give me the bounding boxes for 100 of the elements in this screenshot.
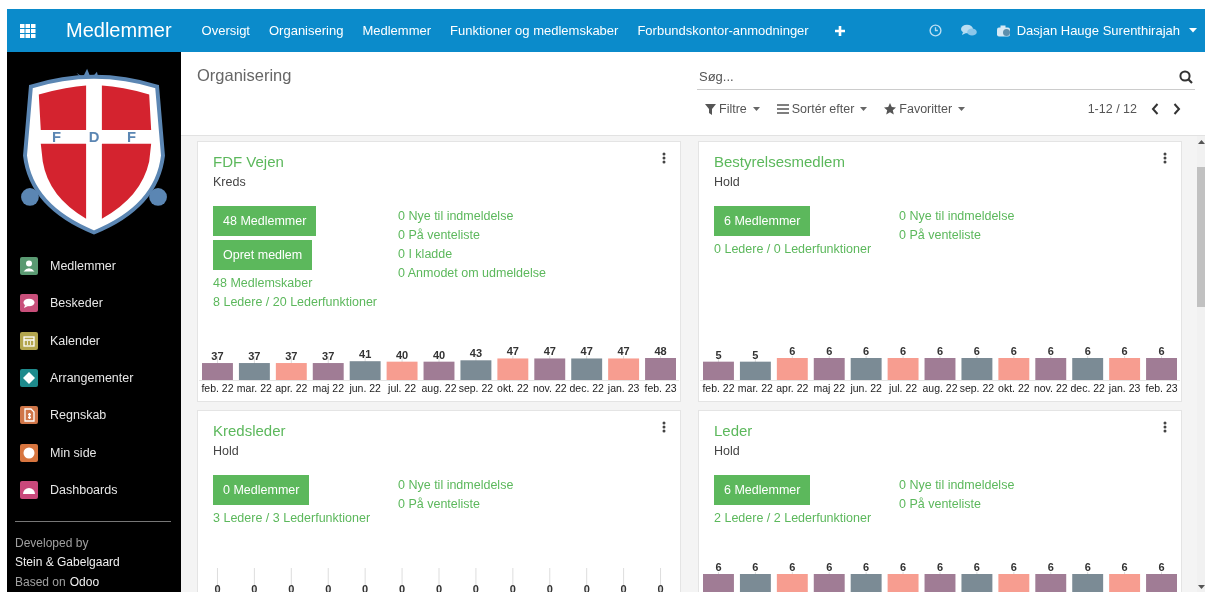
bar-value-label: 6 bbox=[826, 345, 833, 357]
sidebar-menu-item[interactable]: Arrangementer bbox=[20, 359, 181, 397]
stat-link[interactable]: 0 Nye til indmeldelse bbox=[398, 207, 546, 226]
month-label: feb. 23 bbox=[644, 382, 677, 394]
stat-link[interactable]: 0 Anmodet om udmeldelse bbox=[398, 264, 546, 283]
caret-icon bbox=[860, 107, 868, 111]
odoo-link[interactable]: Odoo bbox=[69, 572, 100, 592]
search-icon[interactable] bbox=[1179, 69, 1193, 84]
stat-link[interactable]: 0 I kladde bbox=[398, 245, 546, 264]
sidebar-menu-item[interactable]: Dashboards bbox=[20, 471, 181, 509]
card-title[interactable]: Bestyrelsesmedlem bbox=[714, 152, 845, 172]
nav-menu-item[interactable]: Medlemmer bbox=[362, 23, 432, 38]
search-field[interactable]: Søg... bbox=[697, 69, 1179, 84]
stat-link[interactable]: 0 Nye til indmeldelse bbox=[899, 207, 1015, 226]
action-button[interactable]: 6 Medlemmer bbox=[714, 475, 811, 505]
month-label: feb. 22 bbox=[702, 382, 735, 394]
stat-link[interactable]: 0 På venteliste bbox=[398, 226, 546, 245]
kanban-card[interactable] bbox=[197, 141, 681, 402]
bar-value-label: 6 bbox=[826, 561, 833, 573]
sidebar-menu-item[interactable]: Regnskab bbox=[20, 396, 181, 434]
bar-value-label: 6 bbox=[1158, 561, 1165, 573]
stat-link[interactable]: 3 Ledere / 3 Lederfunktioner bbox=[213, 509, 371, 528]
month-label: jun. 22 bbox=[850, 382, 882, 394]
month-label: dec. 22 bbox=[569, 382, 604, 394]
card-type: Hold bbox=[213, 443, 240, 460]
bar-value-label: 6 bbox=[1010, 561, 1017, 573]
card-title[interactable]: FDF Vejen bbox=[213, 152, 284, 172]
nav-menu-item[interactable]: Funktioner og medlemskaber bbox=[450, 23, 619, 38]
kebab-menu-icon[interactable] bbox=[662, 152, 666, 164]
month-label: maj 22 bbox=[813, 382, 845, 394]
clock-icon[interactable] bbox=[928, 24, 942, 37]
stat-link[interactable]: 0 Nye til indmeldelse bbox=[899, 476, 1015, 495]
bar-value-label: 40 bbox=[432, 348, 446, 361]
nav-menu-item[interactable]: Oversigt bbox=[201, 23, 250, 38]
bar-value-label: 6 bbox=[1047, 345, 1054, 357]
card-title[interactable]: Kredsleder bbox=[213, 421, 286, 441]
month-label: jan. 23 bbox=[1108, 382, 1141, 394]
grid-line bbox=[660, 567, 662, 592]
month-label: okt. 22 bbox=[497, 382, 529, 394]
bar-value-label: 37 bbox=[285, 350, 298, 363]
breadcrumb[interactable]: Organisering bbox=[197, 66, 292, 84]
sidebar-menu-item[interactable]: Min side bbox=[20, 433, 181, 472]
stat-link[interactable]: 0 På venteliste bbox=[899, 226, 1015, 245]
kebab-menu-icon[interactable] bbox=[1163, 152, 1167, 164]
bar-value-label: 5 bbox=[752, 348, 759, 361]
card-title[interactable]: Leder bbox=[714, 421, 753, 441]
bar-value-label: 6 bbox=[900, 561, 907, 573]
user-name[interactable]: Dasjan Hauge Surenthirajah bbox=[1016, 23, 1180, 38]
sort-dropdown-button[interactable]: Sortér efter bbox=[768, 102, 874, 116]
month-label: aug. 22 bbox=[922, 382, 958, 394]
scroll-down-icon[interactable] bbox=[1198, 585, 1205, 589]
based-on-label: Based on bbox=[15, 573, 66, 591]
bar-value-label: 6 bbox=[752, 561, 759, 573]
stat-link[interactable]: 0 På venteliste bbox=[398, 495, 514, 514]
bar-value-label: 6 bbox=[900, 345, 907, 357]
filter-dropdown-button[interactable]: Filtre bbox=[697, 102, 766, 116]
star-dropdown-button[interactable]: Favoritter bbox=[876, 102, 972, 116]
bar-value-label: 47 bbox=[617, 345, 630, 358]
month-label: apr. 22 bbox=[776, 382, 809, 394]
stat-link[interactable]: 0 På venteliste bbox=[899, 495, 1015, 514]
developed-by-label: Developed by bbox=[15, 534, 90, 552]
month-label: jul. 22 bbox=[889, 382, 918, 394]
action-button[interactable]: Opret medlem bbox=[213, 240, 313, 270]
bar-value-label: 43 bbox=[469, 347, 483, 360]
month-label: sep. 22 bbox=[458, 382, 494, 394]
previous-page-icon[interactable] bbox=[1151, 103, 1159, 115]
stat-link[interactable]: 8 Ledere / 20 Lederfunktioner bbox=[213, 293, 377, 312]
stat-link[interactable]: 2 Ledere / 2 Lederfunktioner bbox=[714, 509, 872, 528]
kebab-menu-icon[interactable] bbox=[662, 421, 666, 433]
sidebar-menu-item[interactable]: Kalender bbox=[20, 322, 181, 360]
stat-link[interactable]: 0 Nye til indmeldelse bbox=[398, 476, 514, 495]
action-button[interactable]: 0 Medlemmer bbox=[213, 475, 310, 505]
nav-menu-item[interactable]: Organisering bbox=[269, 23, 344, 38]
scroll-up-icon[interactable] bbox=[1198, 140, 1205, 144]
bar-value-label: 37 bbox=[322, 350, 335, 363]
month-label: okt. 22 bbox=[998, 382, 1030, 394]
next-page-icon[interactable] bbox=[1173, 103, 1181, 115]
nav-menu-item[interactable]: Forbundskontor-anmodninger bbox=[637, 23, 809, 38]
caret-icon[interactable] bbox=[1189, 28, 1197, 33]
apps-grid-icon[interactable] bbox=[20, 23, 36, 38]
stat-link[interactable]: 48 Medlemskaber bbox=[213, 274, 313, 293]
developer-link[interactable]: Stein & Gabelgaard bbox=[15, 553, 171, 573]
bar-value-label: 37 bbox=[211, 350, 224, 363]
month-label: mar. 22 bbox=[737, 382, 773, 394]
card-type: Kreds bbox=[213, 174, 247, 191]
kanban-card[interactable]: Leder Hold 6 Medlemmer 2 Ledere / 2 Lederfunktioner 0 Nye til indmeldelse 0 På venteliste 6 6 6 6 6 6 6 6 6 6 6 6 6 bbox=[698, 410, 1182, 592]
action-button[interactable]: 6 Medlemmer bbox=[714, 206, 811, 236]
bar-value-label: 6 bbox=[715, 561, 722, 573]
kanban-card[interactable] bbox=[698, 141, 1182, 402]
lines-icon bbox=[776, 104, 789, 114]
chat-icon[interactable] bbox=[960, 24, 977, 37]
sidebar-menu-item[interactable]: Medlemmer bbox=[20, 247, 181, 285]
user-avatar-icon[interactable] bbox=[996, 24, 1012, 37]
plus-icon[interactable] bbox=[833, 24, 846, 37]
action-button[interactable]: 48 Medlemmer bbox=[213, 206, 317, 236]
stat-link[interactable]: 0 Ledere / 0 Lederfunktioner bbox=[714, 240, 872, 259]
kebab-menu-icon[interactable] bbox=[1163, 421, 1167, 433]
bar-value-label: 6 bbox=[1084, 345, 1091, 357]
sidebar-menu-item[interactable]: Beskeder bbox=[20, 284, 181, 322]
month-label: feb. 23 bbox=[1145, 382, 1178, 394]
